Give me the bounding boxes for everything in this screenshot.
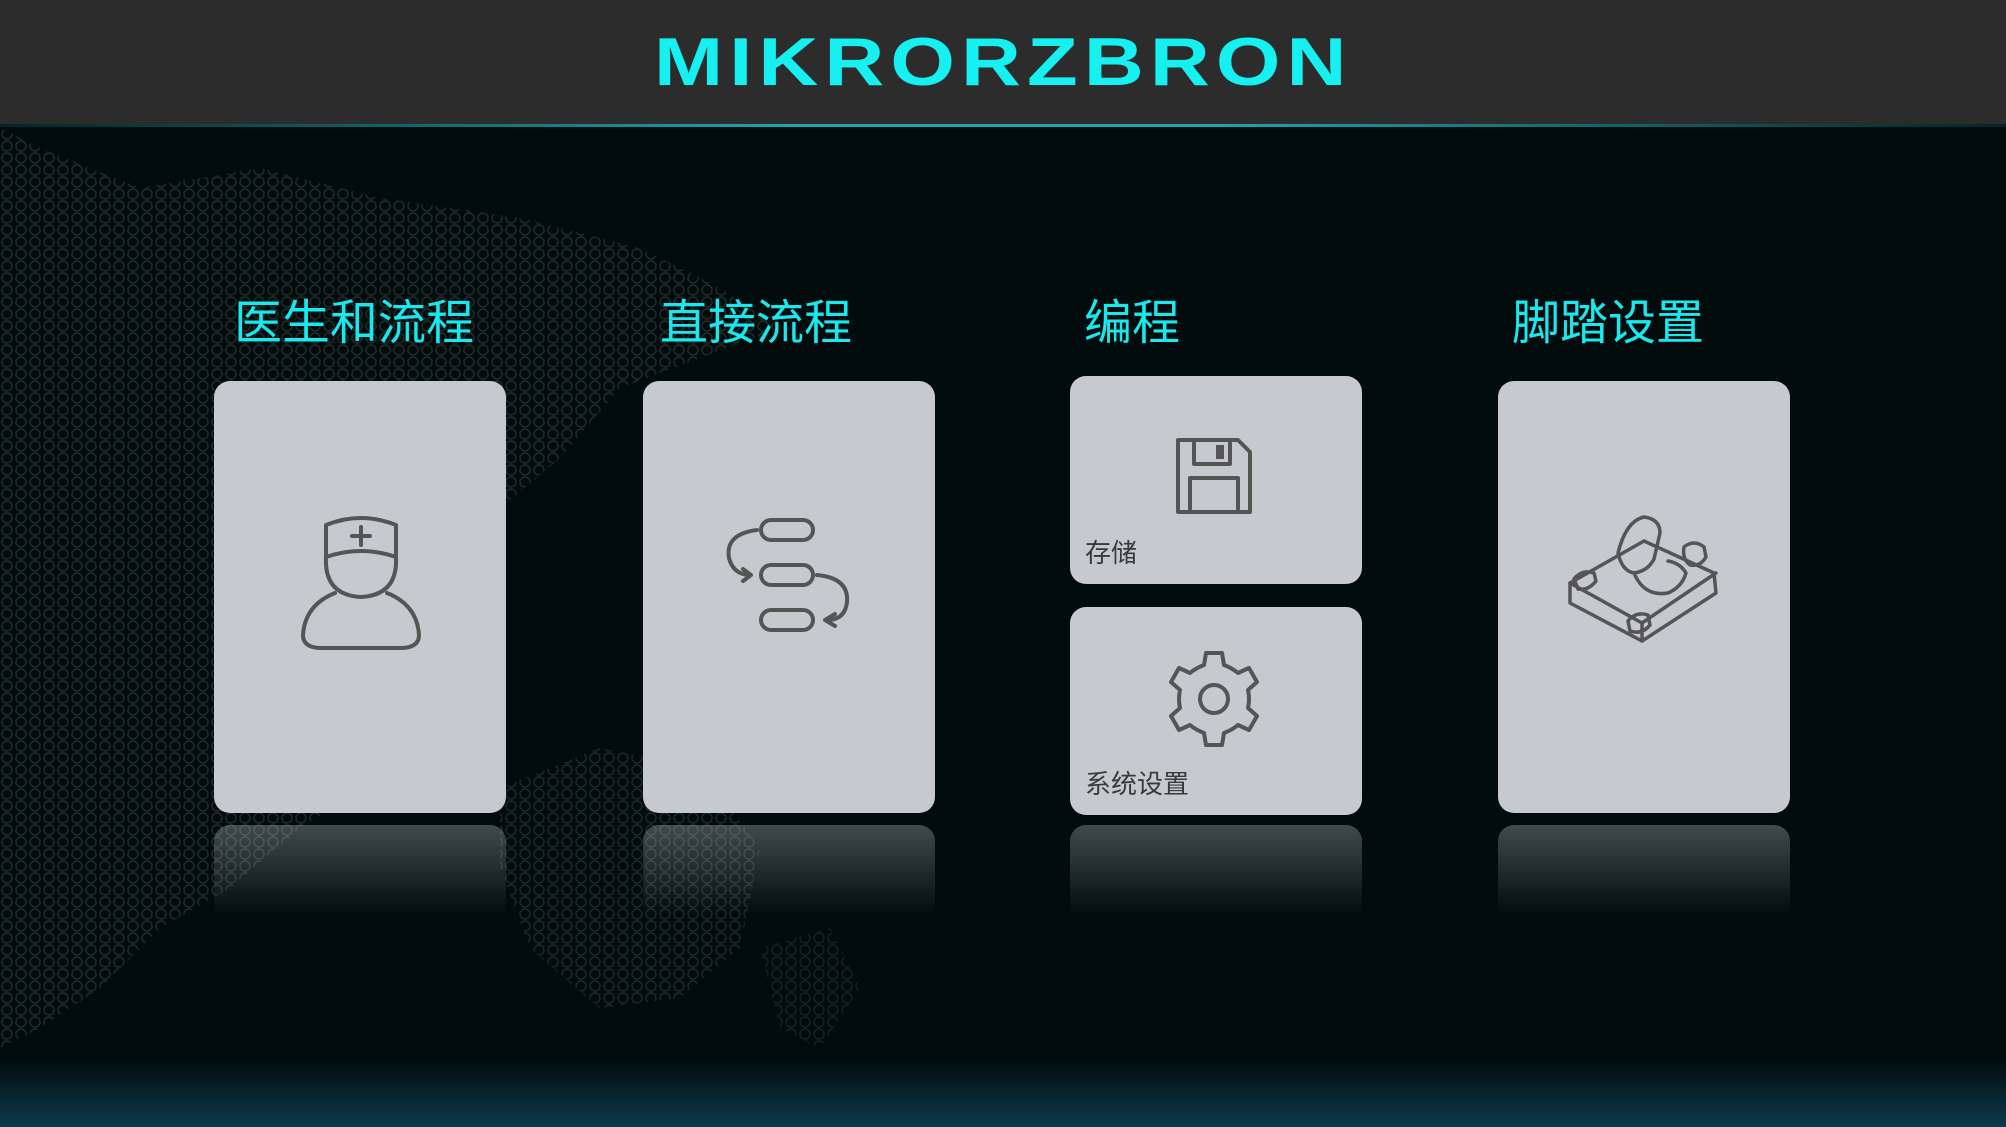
direct-flow-card-reflection: [643, 825, 935, 915]
floppy-disk-icon: [1176, 438, 1252, 514]
logo-text: MIKRORZBRON: [653, 24, 1353, 100]
direct-flow-card[interactable]: [643, 381, 935, 813]
doctor-flow-card-reflection: [214, 825, 506, 915]
bottom-glow: [0, 1060, 2006, 1127]
header-divider: [0, 124, 2006, 127]
doctor-flow-card[interactable]: [214, 381, 506, 813]
flow-icon: [726, 518, 850, 632]
section-title-doctor-flow: 医生和流程: [234, 295, 475, 351]
section-title-programming: 编程: [1084, 295, 1181, 351]
doctor-icon: [301, 516, 421, 650]
storage-label: 存储: [1085, 539, 1138, 569]
brand-logo: MIKRORZBRON: [0, 0, 2006, 124]
foot-pedal-card-reflection: [1498, 825, 1790, 915]
storage-card[interactable]: 存储: [1070, 376, 1362, 584]
section-title-direct-flow: 直接流程: [660, 295, 853, 351]
foot-pedal-card[interactable]: [1498, 381, 1790, 813]
gear-icon: [1169, 651, 1259, 747]
system-settings-card[interactable]: 系统设置: [1070, 607, 1362, 815]
foot-pedal-icon: [1568, 515, 1718, 643]
system-settings-label: 系统设置: [1085, 770, 1190, 800]
section-title-foot-pedal: 脚踏设置: [1512, 295, 1705, 351]
system-settings-card-reflection: [1070, 825, 1362, 915]
